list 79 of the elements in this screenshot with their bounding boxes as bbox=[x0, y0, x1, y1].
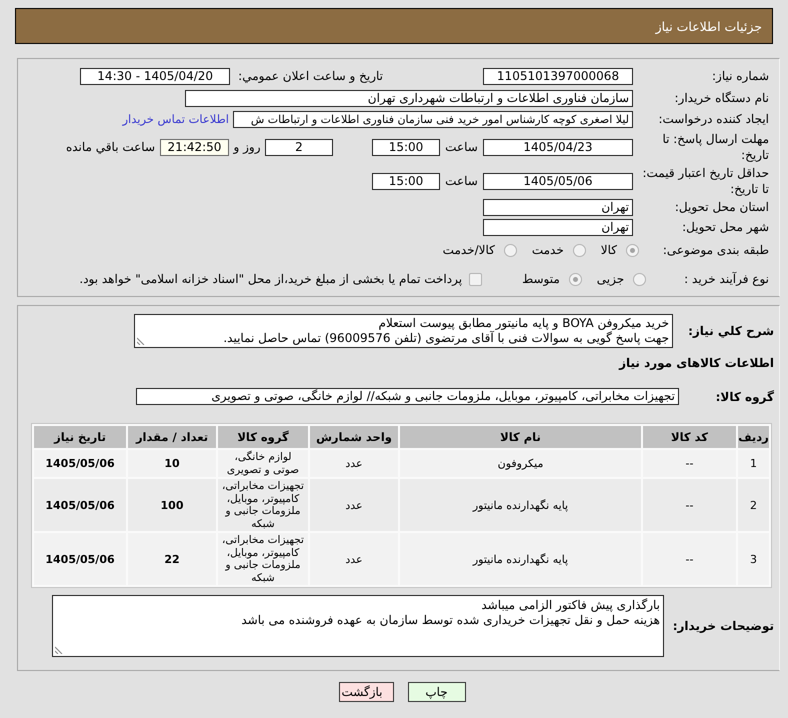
print-button[interactable]: چاپ bbox=[408, 682, 466, 702]
description-box[interactable]: خرید میکروفن BOYA و پایه مانیتور مطابق پیوست استعلام جهت پاسخ گویی به سوالات فنی با آقای مرتضوی (تلفن 96009576) تماس حاصل نمایید. bbox=[134, 314, 673, 348]
validity-date-field[interactable]: 1405/05/06 bbox=[483, 172, 633, 190]
time-left-field[interactable]: 21:42:50 bbox=[160, 138, 229, 156]
table-cell: 3 bbox=[738, 533, 769, 585]
table-cell: -- bbox=[643, 479, 736, 531]
field-label: نوع فرآیند خرید : bbox=[684, 272, 769, 286]
radio-button[interactable] bbox=[568, 272, 582, 286]
field-label: شماره نیاز: bbox=[711, 68, 769, 84]
table-cell: 1405/05/06 bbox=[34, 533, 126, 585]
time-label: ساعت bbox=[444, 174, 479, 188]
city-field[interactable]: تهران bbox=[483, 218, 633, 236]
requester-field[interactable]: لیلا اصغری کوچه کارشناس امور خرید فنی سازمان فناوری اطلاعات و ارتباطات ش bbox=[233, 110, 633, 128]
table-cell: 100 bbox=[128, 479, 216, 531]
back-button[interactable]: بازگشت bbox=[338, 682, 394, 702]
table-cell: -- bbox=[643, 533, 736, 585]
time-left-label: ساعت باقي مانده bbox=[66, 140, 155, 154]
radio-button[interactable] bbox=[504, 244, 517, 256]
table-cell: میکروفون bbox=[400, 450, 641, 477]
field-label: تاریخ و ساعت اعلان عمومي: bbox=[238, 69, 383, 83]
option-label: کالا/خدمت bbox=[442, 243, 495, 257]
table-cell: عدد bbox=[310, 479, 398, 531]
page-title: جزئیات اطلاعات نیاز bbox=[656, 18, 762, 34]
radio-button[interactable] bbox=[633, 272, 646, 286]
option-label: خدمت bbox=[532, 243, 564, 257]
table-cell: -- bbox=[643, 450, 736, 477]
deadline-time-field[interactable]: 15:00 bbox=[372, 138, 440, 156]
column-header: تاریخ نیاز bbox=[34, 426, 126, 448]
table-cell: عدد bbox=[310, 450, 398, 477]
radio-button[interactable] bbox=[572, 244, 586, 256]
resize-grip-icon[interactable] bbox=[55, 646, 63, 654]
section-title: اطلاعات کالاهای مورد نیاز bbox=[618, 356, 774, 370]
field-label: گروه کالا: bbox=[714, 390, 774, 404]
table-cell: 22 bbox=[128, 533, 216, 585]
table-cell: پایه نگهدارنده مانیتور bbox=[400, 533, 641, 585]
option-label: کالا bbox=[600, 243, 617, 257]
goods-group-field[interactable]: تجهیزات مخابراتی، کامپیوتر، موبایل، ملزومات جانبی و شبکه// لوازم خانگی، صوتی و تصویری bbox=[136, 388, 679, 405]
field-label: مهلت ارسال پاسخ: تا تاریخ: bbox=[661, 131, 769, 163]
column-header: تعداد / مقدار bbox=[128, 426, 216, 448]
buyer-notes-box[interactable]: بارگذاری پیش فاکتور الزامی میباشد هزینه حمل و نقل تجهیزات خریداری شده توسط سازمان به عهده فروشنده می باشد bbox=[52, 595, 664, 657]
field-label: حداقل تاریخ اعتبار قیمت: تا تاریخ: bbox=[641, 165, 769, 197]
table-cell: تجهیزات مخابراتی، کامپیوتر، موبایل، ملزومات جانبی و شبکه bbox=[218, 479, 308, 531]
table-cell: 10 bbox=[128, 450, 216, 477]
table-cell: پایه نگهدارنده مانیتور bbox=[400, 479, 641, 531]
field-label: نام دستگاه خریدار: bbox=[674, 90, 769, 106]
checkbox[interactable] bbox=[469, 272, 482, 286]
field-label: شرح کلي نیاز: bbox=[687, 324, 774, 338]
option-label: متوسط bbox=[522, 272, 560, 286]
days-left-field[interactable]: 2 bbox=[265, 138, 333, 156]
table-cell: 1405/05/06 bbox=[34, 450, 126, 477]
buyer-org-field[interactable]: سازمان فناوری اطلاعات و ارتباطات شهرداری تهران bbox=[185, 90, 633, 106]
buyer-contact-link[interactable]: اطلاعات تماس خریدار bbox=[122, 112, 229, 126]
option-label: جزیی bbox=[596, 272, 624, 286]
column-header: ردیف bbox=[738, 426, 769, 448]
table-cell: عدد bbox=[310, 533, 398, 585]
table-cell: 2 bbox=[738, 479, 769, 531]
field-label: توضیحات خریدار: bbox=[672, 619, 774, 633]
table-cell: تجهیزات مخابراتی، کامپیوتر، موبایل، ملزومات جانبی و شبکه bbox=[218, 533, 308, 585]
field-label: ایجاد کننده درخواست: bbox=[657, 110, 769, 128]
announcement-date-field[interactable]: 1405/04/20 - 14:30 bbox=[80, 68, 230, 84]
validity-time-field[interactable]: 15:00 bbox=[372, 172, 440, 190]
time-label: ساعت bbox=[444, 140, 479, 154]
table-cell: 1 bbox=[738, 450, 769, 477]
field-label: طبقه بندی موضوعی: bbox=[662, 242, 769, 258]
days-label: روز و bbox=[232, 140, 262, 154]
need-number-field[interactable]: 1105101397000068 bbox=[483, 68, 633, 84]
column-header: کد کالا bbox=[643, 426, 736, 448]
table-cell: لوازم خانگی، صوتی و تصویری bbox=[218, 450, 308, 477]
province-field[interactable]: تهران bbox=[483, 198, 633, 216]
field-label: شهر محل تحویل: bbox=[681, 218, 769, 236]
deadline-date-field[interactable]: 1405/04/23 bbox=[483, 138, 633, 156]
column-header: واحد شمارش bbox=[310, 426, 398, 448]
radio-button[interactable] bbox=[626, 244, 639, 256]
resize-grip-icon[interactable] bbox=[137, 337, 145, 345]
table-cell: 1405/05/06 bbox=[34, 479, 126, 531]
column-header: نام کالا bbox=[400, 426, 641, 448]
checkbox-label: پرداخت تمام یا بخشی از مبلغ خرید،از محل "اسناد خزانه اسلامی" خواهد بود. bbox=[79, 272, 462, 286]
field-label: استان محل تحویل: bbox=[674, 198, 769, 216]
column-header: گروه کالا bbox=[218, 426, 308, 448]
